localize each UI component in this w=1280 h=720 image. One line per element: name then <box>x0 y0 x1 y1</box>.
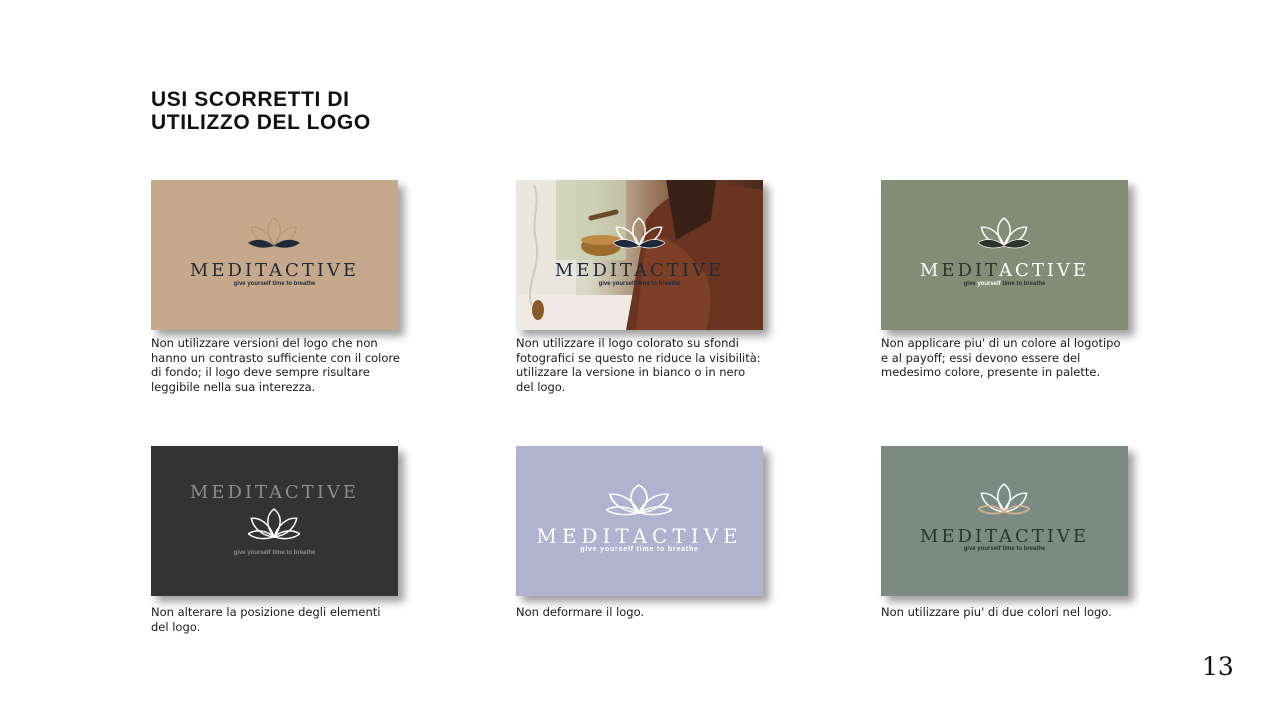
wordmark-part-white: M <box>919 260 942 281</box>
wordmark-part-white: ACTIVE <box>999 260 1090 281</box>
example-card-photo-background: MEDITACTIVE give yourself time to breath… <box>516 180 763 330</box>
page-title-line-2: UTILIZZO DEL LOGO <box>151 111 371 134</box>
card-6-caption: Non utilizzare piu' di due colori nel lo… <box>881 605 1112 619</box>
example-card-deformed-logo: MEDITACTIVE give yourself time to breath… <box>516 446 763 596</box>
wordmark-part-dark: EDIT <box>941 260 1000 281</box>
lotus-icon <box>613 217 665 249</box>
page-title: USI SCORRETTI DI UTILIZZO DEL LOGO <box>151 88 371 134</box>
lotus-icon <box>248 217 300 249</box>
logo-tagline: give yourself time to breathe <box>233 550 316 556</box>
meditation-photo <box>516 180 763 330</box>
logo-wordmark-multicolor: MEDITACTIVE <box>881 260 1128 281</box>
card-5-caption: Non deformare il logo. <box>516 605 645 619</box>
logo-wordmark: MEDITACTIVE <box>189 482 360 503</box>
logo-tagline: give yourself time to breathe <box>580 546 699 553</box>
example-card-low-contrast: MEDITACTIVE give yourself time to breath… <box>151 180 398 330</box>
lotus-icon <box>978 483 1030 515</box>
page-number: 13 <box>1202 652 1234 681</box>
tagline-part-dark: time to breathe <box>1000 281 1046 287</box>
logo-tagline: give yourself time to breathe <box>963 546 1046 552</box>
example-card-altered-position: MEDITACTIVE give yourself time to breath… <box>151 446 398 596</box>
lotus-icon <box>248 508 300 540</box>
logo-wordmark: MEDITACTIVE <box>919 526 1090 547</box>
logo-tagline: give yourself time to breathe <box>233 281 316 287</box>
example-card-multiple-colors: MEDITACTIVE give yourself time to breath… <box>881 180 1128 330</box>
page-title-line-1: USI SCORRETTI DI <box>151 88 350 111</box>
tagline-part-dark: give <box>963 281 978 287</box>
lotus-icon <box>978 217 1030 249</box>
card-2-caption: Non utilizzare il logo colorato su sfond… <box>516 336 761 394</box>
logo-wordmark-stretched: MEDITACTIVE <box>536 524 743 548</box>
logo-tagline: give yourself time to breathe <box>598 281 681 287</box>
lotus-icon <box>606 484 672 516</box>
logo-tagline-multicolor: give yourself time to breathe <box>881 281 1128 287</box>
card-4-caption: Non alterare la posizione degli elementi… <box>151 605 381 634</box>
logo-wordmark: MEDITACTIVE <box>554 260 725 281</box>
example-card-too-many-colors: MEDITACTIVE give yourself time to breath… <box>881 446 1128 596</box>
card-1-caption: Non utilizzare versioni del logo che non… <box>151 336 400 394</box>
card-3-caption: Non applicare piu' di un colore al logot… <box>881 336 1121 379</box>
logo-wordmark: MEDITACTIVE <box>189 260 360 281</box>
tagline-part-white: yourself <box>977 281 1001 287</box>
